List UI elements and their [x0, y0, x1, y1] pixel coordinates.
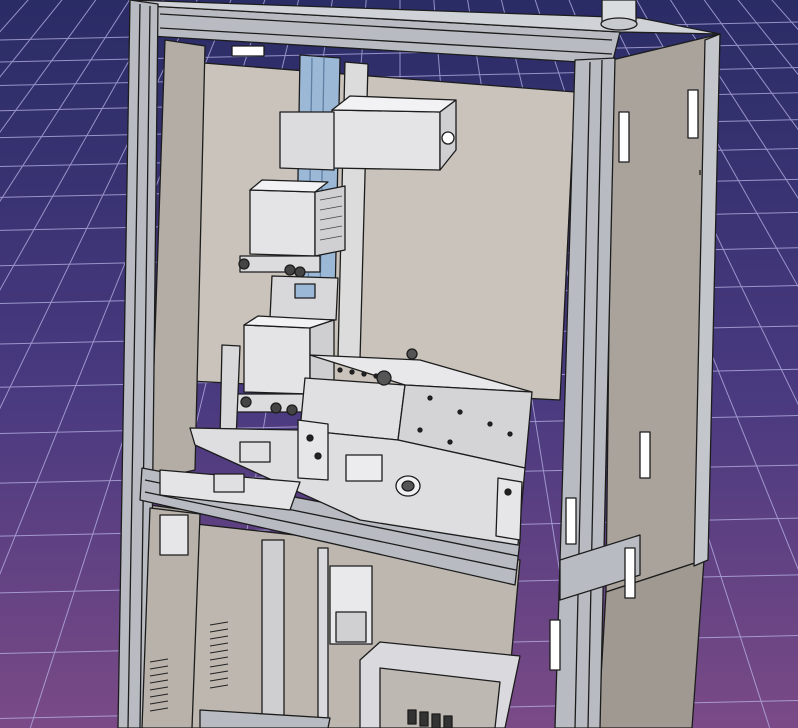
- upper-mount-plate: [279, 111, 335, 171]
- lower-rail: [317, 547, 329, 728]
- camera-box-upper-top: [249, 179, 329, 193]
- l-bracket: [297, 419, 329, 481]
- side-latch: [624, 547, 636, 599]
- mount-block: [213, 473, 245, 493]
- side-latch: [639, 431, 651, 479]
- upper-motor-box: [331, 109, 441, 171]
- cabinet-frame: [117, 0, 721, 728]
- l-bracket: [495, 477, 523, 541]
- lower-rail: [261, 539, 285, 728]
- side-latch: [618, 111, 630, 163]
- clamp-block: [345, 454, 383, 482]
- top-bracket: [231, 45, 265, 57]
- cad-3d-viewport[interactable]: [0, 0, 798, 728]
- socket-plate: [159, 514, 189, 556]
- slot: [294, 283, 316, 299]
- side-latch: [565, 497, 577, 545]
- camera-box-lower: [243, 324, 311, 395]
- camera-mount-bar: [239, 255, 321, 273]
- side-latch: [687, 89, 699, 139]
- camera-box-upper: [249, 189, 316, 257]
- cabinet-3d-model[interactable]: [0, 0, 798, 728]
- side-bracket: [219, 344, 241, 441]
- side-latch: [549, 619, 561, 671]
- mount-block: [239, 441, 271, 463]
